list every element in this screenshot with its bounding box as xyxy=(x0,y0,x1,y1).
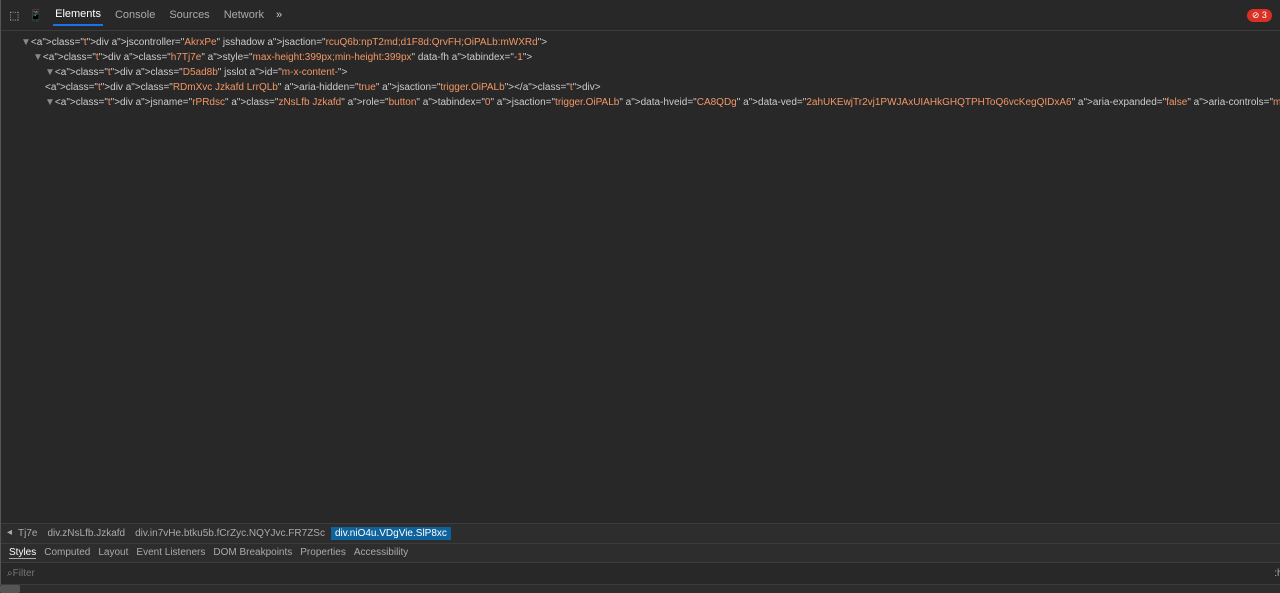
styles-tab[interactable]: DOM Breakpoints xyxy=(213,547,292,559)
styles-tab[interactable]: Properties xyxy=(300,547,346,559)
filter-input[interactable] xyxy=(13,568,1271,579)
styles-tab[interactable]: Accessibility xyxy=(354,547,408,559)
dt-tab-elements[interactable]: Elements xyxy=(53,4,103,26)
styles-tab[interactable]: Event Listeners xyxy=(136,547,205,559)
styles-tabs: Styles Computed Layout Event Listeners D… xyxy=(1,543,1280,562)
dt-tab-network[interactable]: Network xyxy=(222,5,266,25)
styles-tab[interactable]: Styles xyxy=(9,547,36,559)
dt-tab-sources[interactable]: Sources xyxy=(167,5,211,25)
devtools-toolbar: ⬚ 📱 Elements Console Sources Network » ⊘… xyxy=(1,0,1280,31)
styles-tab[interactable]: Computed xyxy=(44,547,90,559)
styles-tab[interactable]: Layout xyxy=(98,547,128,559)
devtools-panel: ⬚ 📱 Elements Console Sources Network » ⊘… xyxy=(0,0,1280,593)
scrollbar[interactable] xyxy=(0,585,1280,593)
device-icon[interactable]: 📱 xyxy=(29,9,43,22)
styles-filter: ⌕ :hov ＋ ▦ ⤢ xyxy=(1,562,1280,585)
hov-toggle[interactable]: :hov xyxy=(1274,568,1280,579)
dt-tab-console[interactable]: Console xyxy=(113,5,157,25)
dom-tree[interactable]: ▼<a">class="t">div a">jscontroller="Akrx… xyxy=(1,31,1280,523)
breadcrumbs[interactable]: ◂ Tj7e div.zNsLfb.Jzkafd div.in7vHe.btku… xyxy=(1,523,1280,543)
dt-more-tabs[interactable]: » xyxy=(276,9,282,21)
error-badge[interactable]: ⊘ 3 xyxy=(1247,9,1272,22)
inspect-icon[interactable]: ⬚ xyxy=(9,9,19,22)
